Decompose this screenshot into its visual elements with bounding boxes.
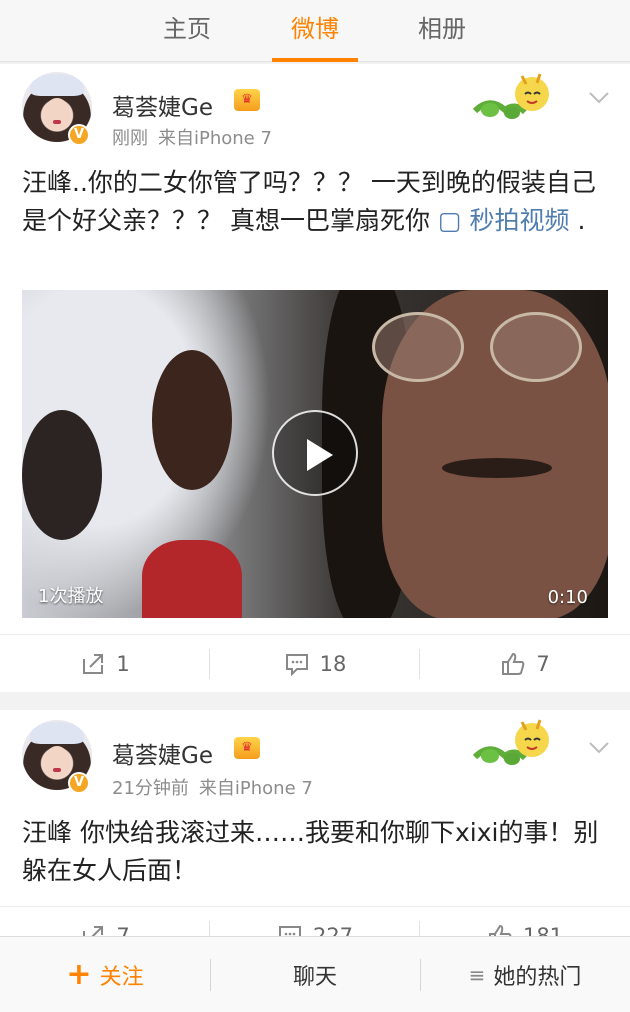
chevron-down-icon[interactable] [588, 86, 610, 108]
username[interactable]: 葛荟婕Ge [112, 88, 213, 122]
decoration-sticker-icon [472, 73, 549, 119]
post-meta: 刚刚 来自iPhone 7 [112, 124, 272, 150]
vip-crown-icon: ♛ [234, 89, 260, 111]
menu-icon: ≡ [468, 963, 486, 987]
post-text: 汪峰..你的二女你管了吗？？？ 一天到晚的假装自己是个好父亲？？？ 真想一巴掌扇… [22, 164, 612, 240]
comment-icon [285, 654, 308, 677]
comment-count: 18 [319, 652, 347, 676]
post-text: 汪峰 你快给我滚过来……我要和你聊下xixi的事！别躲在女人后面！ [22, 814, 612, 890]
decoration-sticker-icon [472, 719, 549, 765]
chat-button[interactable]: 聊天 [210, 937, 420, 1012]
avatar-ears [30, 74, 84, 96]
follow-button[interactable]: + 关注 [0, 937, 210, 1012]
video-link[interactable]: 秒拍视频 [469, 206, 569, 235]
tab-weibo[interactable]: 微博 [270, 0, 360, 62]
avatar-ears [30, 722, 84, 744]
chevron-down-icon[interactable] [588, 736, 610, 758]
post-source: 来自iPhone 7 [198, 778, 313, 799]
repost-count: 1 [116, 652, 130, 676]
vip-crown-icon: ♛ [234, 737, 260, 759]
tab-home[interactable]: 主页 [142, 0, 232, 62]
avatar-lips [53, 120, 61, 124]
hot-posts-label: 她的热门 [493, 965, 582, 990]
play-button[interactable] [272, 410, 358, 496]
username-text: 葛荟婕Ge [112, 95, 213, 121]
video-frame-mustache [442, 458, 552, 478]
post-text-tail: . [569, 206, 586, 235]
action-bar: 1 18 7 [0, 634, 630, 692]
verified-badge-icon: V [68, 772, 90, 794]
post-card: V 葛荟婕Ge ♛ 刚刚 来自iPhone 7 汪峰..你的二女你管了吗？？？ 一… [0, 64, 630, 692]
video-frame-figure [22, 410, 102, 540]
username[interactable]: 葛荟婕Ge [112, 736, 213, 770]
verified-badge-icon: V [68, 124, 90, 146]
post-source: 来自iPhone 7 [158, 128, 272, 149]
avatar-face [44, 98, 70, 130]
post-meta: 21分钟前 来自iPhone 7 [112, 774, 313, 800]
tab-album[interactable]: 相册 [397, 0, 487, 62]
chat-label: 聊天 [292, 965, 337, 990]
top-tab-bar: 主页 微博 相册 [0, 0, 630, 62]
video-frame-glasses [372, 312, 464, 382]
thumbs-up-icon [502, 652, 525, 675]
post-time: 刚刚 [112, 128, 148, 149]
like-button[interactable]: 7 [420, 635, 630, 693]
avatar-face [44, 746, 70, 778]
video-frame-figure [142, 540, 242, 618]
comment-button[interactable]: 18 [210, 635, 420, 693]
post-text-main: 汪峰 你快给我滚过来……我要和你聊下xixi的事！别躲在女人后面！ [22, 818, 599, 885]
plus-icon: + [66, 957, 92, 992]
bottom-action-bar: + 关注 聊天 ≡ 她的热门 [0, 936, 630, 1012]
video-link-icon: ▢ [437, 206, 462, 235]
tab-weibo-label: 微博 [291, 15, 339, 43]
follow-label: 关注 [99, 965, 144, 990]
video-player[interactable]: 1次播放 0:10 [22, 290, 608, 618]
video-frame-figure [152, 350, 232, 490]
video-frame-glasses [490, 312, 582, 382]
repost-button[interactable]: 1 [0, 635, 210, 693]
hot-posts-button[interactable]: ≡ 她的热门 [420, 937, 630, 1012]
video-play-count: 1次播放 [38, 586, 104, 607]
play-icon [307, 439, 333, 471]
repost-icon [83, 654, 104, 674]
video-duration: 0:10 [547, 587, 588, 608]
like-count: 7 [536, 652, 550, 676]
username-text: 葛荟婕Ge [112, 743, 213, 769]
post-time: 21分钟前 [112, 778, 189, 799]
post-card: V 葛荟婕Ge ♛ 21分钟前 来自iPhone 7 汪峰 你快给我滚过来……我要… [0, 710, 630, 951]
active-tab-indicator [272, 58, 358, 62]
avatar-lips [53, 768, 61, 772]
